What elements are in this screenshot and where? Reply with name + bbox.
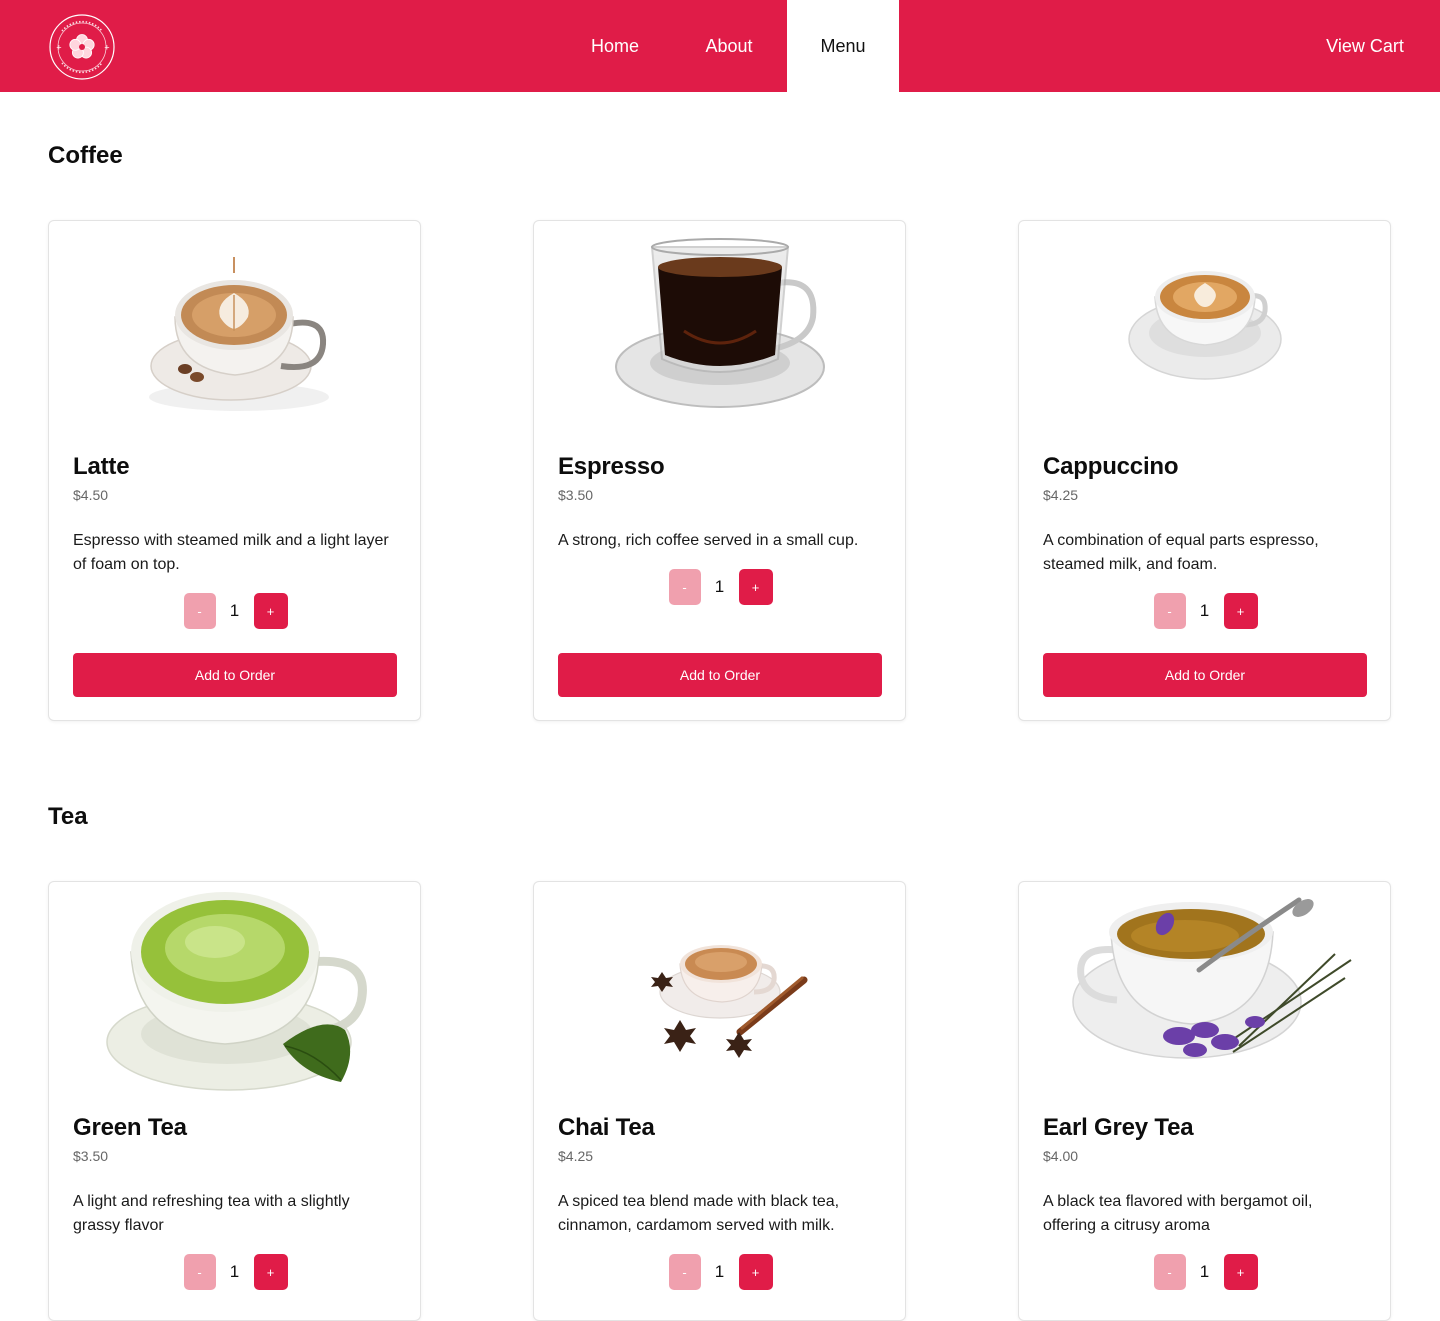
increase-quantity-button[interactable]: + — [1223, 593, 1258, 629]
quantity-stepper: - 1 + — [534, 1254, 905, 1290]
latte-cup-image — [49, 221, 420, 436]
item-name: Green Tea — [73, 1114, 187, 1141]
svg-text:+: + — [104, 44, 110, 52]
chai-tea-cup-image — [534, 882, 905, 1097]
add-to-order-button[interactable]: Add to Order — [558, 653, 882, 697]
quantity-stepper: - 1 + — [49, 1254, 420, 1290]
increase-quantity-button[interactable]: + — [738, 569, 773, 605]
item-description: A spiced tea blend made with black tea, … — [558, 1193, 840, 1234]
item-name: Latte — [73, 453, 130, 480]
earl-grey-cup-image — [1019, 882, 1390, 1097]
menu-card-earl-grey-tea: Earl Grey Tea $4.00 A black tea flavored… — [1018, 881, 1391, 1321]
item-name: Earl Grey Tea — [1043, 1114, 1194, 1141]
item-name: Espresso — [558, 453, 665, 480]
item-price: $4.50 — [73, 487, 109, 503]
quantity-value: 1 — [229, 1262, 240, 1281]
increase-quantity-button[interactable]: + — [1223, 1254, 1258, 1290]
espresso-glass-image — [534, 221, 905, 436]
green-tea-cup-image — [49, 882, 420, 1097]
svg-text:+: + — [56, 44, 62, 52]
decrease-quantity-button[interactable]: - — [1153, 593, 1186, 629]
add-to-order-button[interactable]: Add to Order — [73, 653, 397, 697]
increase-quantity-button[interactable]: + — [738, 1254, 773, 1290]
item-price: $3.50 — [73, 1148, 109, 1164]
decrease-quantity-button[interactable]: - — [1153, 1254, 1186, 1290]
cappuccino-cup-image — [1019, 221, 1390, 436]
decrease-quantity-button[interactable]: - — [183, 1254, 216, 1290]
flower-badge-icon[interactable]: + + — [48, 13, 116, 81]
quantity-value: 1 — [229, 601, 240, 620]
item-description: A strong, rich coffee served in a small … — [558, 532, 859, 549]
quantity-stepper: - 1 + — [1019, 593, 1390, 629]
item-name: Cappuccino — [1043, 453, 1179, 480]
section-title-tea: Tea — [48, 803, 88, 830]
decrease-quantity-button[interactable]: - — [668, 569, 701, 605]
item-price: $4.25 — [558, 1148, 594, 1164]
item-name: Chai Tea — [558, 1114, 655, 1141]
item-description: Espresso with steamed milk and a light l… — [73, 532, 389, 573]
add-to-order-button[interactable]: Add to Order — [1043, 653, 1367, 697]
quantity-stepper: - 1 + — [534, 569, 905, 605]
quantity-value: 1 — [714, 1262, 725, 1281]
view-cart-link[interactable]: View Cart — [1300, 0, 1430, 92]
item-description: A black tea flavored with bergamot oil, … — [1043, 1193, 1313, 1234]
quantity-stepper: - 1 + — [1019, 1254, 1390, 1290]
menu-card-espresso: Espresso $3.50 A strong, rich coffee ser… — [533, 220, 906, 721]
menu-card-cappuccino: Cappuccino $4.25 A combination of equal … — [1018, 220, 1391, 721]
decrease-quantity-button[interactable]: - — [183, 593, 216, 629]
quantity-value: 1 — [714, 577, 725, 596]
quantity-stepper: - 1 + — [49, 593, 420, 629]
increase-quantity-button[interactable]: + — [253, 1254, 288, 1290]
item-description: A light and refreshing tea with a slight… — [73, 1193, 350, 1234]
quantity-value: 1 — [1199, 1262, 1210, 1281]
item-description: A combination of equal parts espresso, s… — [1043, 532, 1319, 573]
item-price: $4.25 — [1043, 487, 1079, 503]
menu-card-chai-tea: Chai Tea $4.25 A spiced tea blend made w… — [533, 881, 906, 1321]
top-nav-bar: + + Home About Menu View Cart — [0, 0, 1440, 92]
menu-card-latte: Latte $4.50 Espresso with steamed milk a… — [48, 220, 421, 721]
item-price: $4.00 — [1043, 1148, 1079, 1164]
section-title-coffee: Coffee — [48, 142, 123, 169]
quantity-value: 1 — [1199, 601, 1210, 620]
nav-about-link[interactable]: About — [689, 0, 769, 92]
nav-home-link[interactable]: Home — [575, 0, 655, 92]
decrease-quantity-button[interactable]: - — [668, 1254, 701, 1290]
menu-card-green-tea: Green Tea $3.50 A light and refreshing t… — [48, 881, 421, 1321]
increase-quantity-button[interactable]: + — [253, 593, 288, 629]
item-price: $3.50 — [558, 487, 594, 503]
nav-menu-link[interactable]: Menu — [787, 0, 899, 92]
